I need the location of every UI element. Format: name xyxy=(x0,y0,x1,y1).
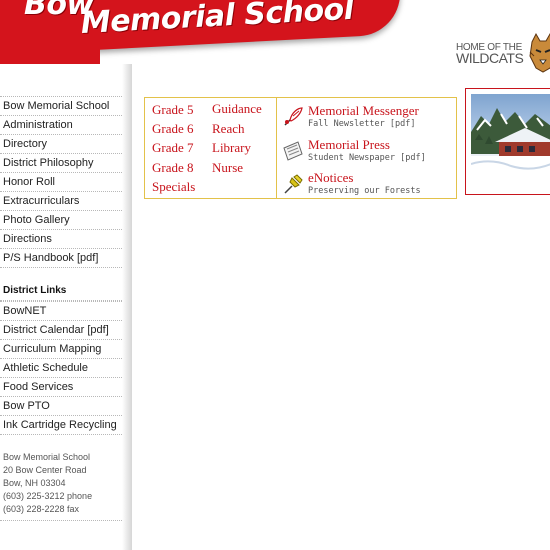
link-grade-8[interactable]: Grade 8 xyxy=(152,160,194,176)
address-name: Bow Memorial School xyxy=(3,452,91,462)
link-nurse[interactable]: Nurse xyxy=(212,160,243,176)
school-address: Bow Memorial School 20 Bow Center Road B… xyxy=(0,435,128,521)
snowy-school-image xyxy=(471,108,550,189)
address-fax: (603) 228-2228 fax xyxy=(3,504,80,514)
memorial-messenger-subtitle: Fall Newsletter [pdf] xyxy=(308,119,416,129)
district-nav: BowNET District Calendar [pdf] Curriculu… xyxy=(0,301,130,435)
memorial-messenger-link[interactable]: Memorial Messenger xyxy=(308,103,419,119)
pushpin-icon xyxy=(284,174,303,194)
nav-athletic-schedule[interactable]: Athletic Schedule xyxy=(0,359,128,378)
newspaper-icon xyxy=(283,141,303,161)
address-street: 20 Bow Center Road xyxy=(3,465,87,475)
nav-directions[interactable]: Directions xyxy=(0,230,128,249)
school-photo xyxy=(471,94,550,189)
nav-bow-memorial-school[interactable]: Bow Memorial School xyxy=(0,96,128,116)
link-grade-5[interactable]: Grade 5 xyxy=(152,102,194,118)
quill-pen-icon xyxy=(284,107,303,126)
address-city: Bow, NH 03304 xyxy=(3,478,66,488)
district-links-heading: District Links xyxy=(0,282,128,301)
nav-bownet[interactable]: BowNET xyxy=(0,301,128,321)
nav-directory[interactable]: Directory xyxy=(0,135,128,154)
school-photo-frame xyxy=(465,88,550,195)
wildcats-tagline: HOME OF THE WILDCATS xyxy=(456,42,524,66)
address-phone: (603) 225-3212 phone xyxy=(3,491,93,501)
nav-food-services[interactable]: Food Services xyxy=(0,378,128,397)
memorial-press-link[interactable]: Memorial Press xyxy=(308,137,390,153)
tagline-line2: WILDCATS xyxy=(456,50,524,66)
link-grade-6[interactable]: Grade 6 xyxy=(152,121,194,137)
nav-ps-handbook[interactable]: P/S Handbook [pdf] xyxy=(0,249,128,268)
nav-bow-pto[interactable]: Bow PTO xyxy=(0,397,128,416)
link-specials[interactable]: Specials xyxy=(152,179,195,195)
nav-district-calendar[interactable]: District Calendar [pdf] xyxy=(0,321,128,340)
nav-administration[interactable]: Administration xyxy=(0,116,128,135)
nav-curriculum-mapping[interactable]: Curriculum Mapping xyxy=(0,340,128,359)
enotices-subtitle: Preserving our Forests xyxy=(308,186,421,196)
link-guidance[interactable]: Guidance xyxy=(212,101,262,117)
nav-ink-cartridge-recycling[interactable]: Ink Cartridge Recycling xyxy=(0,416,128,435)
nav-honor-roll[interactable]: Honor Roll xyxy=(0,173,128,192)
wildcat-mascot-icon xyxy=(529,32,550,73)
quick-links-panel: Grade 5 Grade 6 Grade 7 Grade 8 Specials… xyxy=(144,97,457,199)
enotices-link[interactable]: eNotices xyxy=(308,170,353,186)
link-library[interactable]: Library xyxy=(212,140,251,156)
panel-divider xyxy=(276,98,277,198)
link-reach[interactable]: Reach xyxy=(212,121,244,137)
sidebar: Bow Memorial School Administration Direc… xyxy=(0,64,130,550)
nav-photo-gallery[interactable]: Photo Gallery xyxy=(0,211,128,230)
memorial-press-subtitle: Student Newspaper [pdf] xyxy=(308,153,426,163)
nav-district-philosophy[interactable]: District Philosophy xyxy=(0,154,128,173)
nav-extracurriculars[interactable]: Extracurriculars xyxy=(0,192,128,211)
main-nav: Bow Memorial School Administration Direc… xyxy=(0,96,130,268)
link-grade-7[interactable]: Grade 7 xyxy=(152,140,194,156)
sidebar-shadow xyxy=(122,64,132,550)
